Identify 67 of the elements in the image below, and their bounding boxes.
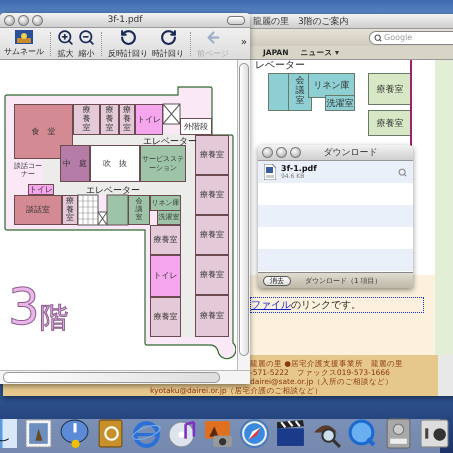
room: 療養室	[150, 225, 181, 255]
window-title: 3f-1.pdf	[108, 15, 142, 25]
window-title: 龍麗の里 3階のご案内	[253, 15, 349, 28]
toolbar-button[interactable]: 縮小	[76, 28, 97, 58]
room: トイレ	[135, 104, 163, 135]
toolbar-toggle-button[interactable]	[227, 16, 245, 25]
room: 療養室	[150, 297, 181, 337]
window-zoom-button[interactable]	[32, 14, 43, 26]
window-close-button[interactable]	[262, 147, 273, 158]
window-close-button[interactable]	[4, 14, 15, 26]
room: 食 堂	[14, 104, 73, 159]
chat-bubble-icon[interactable]	[59, 418, 90, 449]
room-label: 洗濯室	[325, 95, 355, 111]
letter-e-icon[interactable]	[131, 418, 162, 449]
music-disc-icon[interactable]	[167, 418, 198, 449]
clapperboard-icon[interactable]	[275, 418, 306, 449]
rotate-right-icon	[160, 28, 176, 46]
pdf-document-icon	[264, 164, 276, 180]
window-title: ダウンロード	[324, 146, 378, 159]
room: 療養室	[195, 215, 229, 255]
scrollbar[interactable]	[237, 60, 250, 370]
plan-label: レベーター	[255, 60, 305, 72]
magnifier-icon[interactable]	[398, 168, 407, 176]
toolbar-button[interactable]: 拡大	[55, 28, 76, 58]
scrollbar[interactable]	[0, 370, 250, 384]
plan-label: エレベーター	[143, 136, 197, 148]
room: 談話室	[14, 195, 62, 225]
caret-icon	[334, 50, 338, 54]
floor-heading: 3階	[8, 282, 68, 332]
plan-label: エレベーター	[86, 185, 140, 197]
link-sentence: ファイルのリンクです。	[250, 297, 424, 313]
room: トイレ	[150, 255, 181, 297]
toolbar-button[interactable]: 時計回り	[150, 28, 186, 58]
room: 外階段	[180, 118, 212, 135]
photo-camera-icon[interactable]	[203, 418, 234, 449]
room: 療養室	[195, 255, 229, 295]
compass-icon[interactable]	[239, 418, 270, 449]
search-icon	[374, 34, 382, 42]
rotate-left-icon	[120, 28, 136, 46]
overflow-button[interactable]: »	[240, 37, 247, 48]
toolbar-button[interactable]: サムネール	[2, 30, 46, 57]
window-minimize-button[interactable]	[276, 147, 287, 158]
room-label: 療養室	[368, 73, 412, 105]
file-name: 3f-1.pdf	[281, 164, 318, 173]
q-circle-icon[interactable]	[347, 418, 378, 449]
file-link[interactable]: ファイル	[251, 300, 291, 311]
toolbar-button[interactable]: 反時計回り	[106, 28, 150, 58]
left-arrow-icon	[204, 28, 222, 46]
zoom-in-icon	[57, 28, 74, 46]
room: 療養室	[100, 104, 119, 135]
window-zoom-button[interactable]	[290, 147, 301, 158]
window-minimize-button[interactable]	[18, 14, 29, 26]
room: 療養室	[62, 195, 78, 225]
room: 療養室	[119, 104, 135, 135]
stamp-icon[interactable]	[23, 418, 54, 449]
room: 療養室	[195, 175, 229, 215]
room-label: 療養室	[368, 110, 412, 136]
room: 療養室	[195, 135, 229, 175]
zoom-out-icon	[78, 28, 95, 46]
room-label: リネン庫	[308, 73, 355, 98]
room: 中 庭	[60, 145, 90, 182]
room: トイレ	[28, 184, 54, 195]
room: 吹 抜	[90, 145, 140, 182]
picture-icon	[15, 30, 33, 44]
room: 療養室	[195, 295, 229, 337]
room: 療養室	[73, 104, 100, 135]
room-block	[268, 73, 290, 111]
